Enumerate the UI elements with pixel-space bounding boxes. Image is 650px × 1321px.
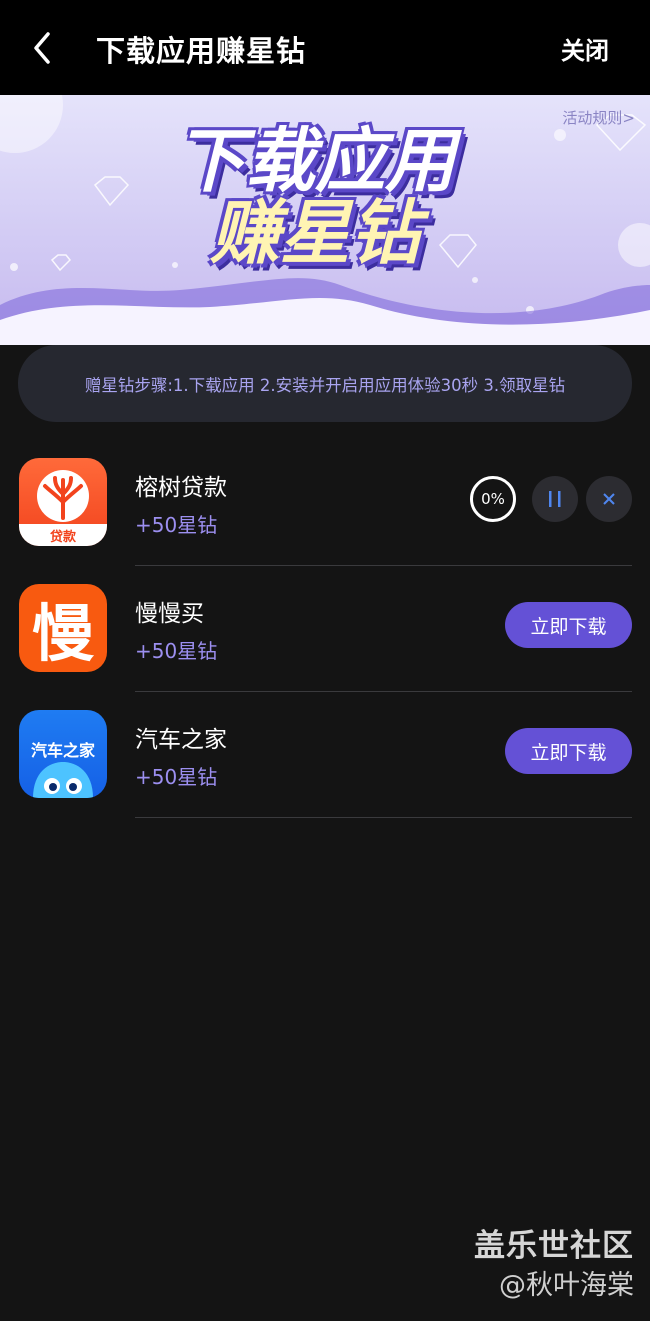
row-divider xyxy=(135,691,632,692)
download-button[interactable]: 立即下载 xyxy=(505,602,632,648)
app-row: 汽车之家 汽车之家 +50星钻 立即下载 xyxy=(0,710,650,836)
app-reward: +50星钻 xyxy=(135,513,218,537)
pause-button[interactable] xyxy=(532,476,578,522)
app-reward: +50星钻 xyxy=(135,639,218,663)
steps-tip: 赠星钻步骤:1.下载应用 2.安装并开启用应用体验30秒 3.领取星钻 xyxy=(18,345,632,422)
download-progress: 0% xyxy=(470,476,516,522)
close-button[interactable]: 关闭 xyxy=(561,31,609,66)
app-icon-manmanmai: 慢 xyxy=(19,584,107,672)
top-bar: 下载应用赚星钻 关闭 xyxy=(0,0,650,95)
row-divider xyxy=(135,565,632,566)
app-icon-rongshu: 贷款 xyxy=(19,458,107,546)
mascot-icon xyxy=(33,762,93,798)
back-button[interactable] xyxy=(26,28,62,68)
download-button[interactable]: 立即下载 xyxy=(505,728,632,774)
page-title: 下载应用赚星钻 xyxy=(96,34,307,68)
close-icon xyxy=(603,493,615,505)
app-row: 慢 慢慢买 +50星钻 立即下载 xyxy=(0,584,650,710)
app-row: 贷款 榕树贷款 +50星钻 0% xyxy=(0,458,650,584)
row-divider xyxy=(135,817,632,818)
app-name: 榕树贷款 xyxy=(135,475,227,501)
app-reward: +50星钻 xyxy=(135,765,218,789)
promo-banner: 活动规则> 下载应用 赚星钻 xyxy=(0,95,650,345)
cancel-download-button[interactable] xyxy=(586,476,632,522)
banner-title-line2: 赚星钻 xyxy=(210,192,420,274)
watermark-author: @秋叶海棠 xyxy=(499,1270,634,1301)
chevron-left-icon xyxy=(34,32,50,64)
activity-rules-link[interactable]: 活动规则> xyxy=(562,107,635,128)
banner-title: 下载应用 赚星钻 xyxy=(150,125,480,269)
pause-icon xyxy=(549,491,561,507)
app-icon-label: 贷款 xyxy=(49,530,76,545)
banner-title-line1: 下载应用 xyxy=(175,120,455,202)
app-icon-glyph: 慢 xyxy=(31,597,94,670)
watermark-community: 盖乐世社区 xyxy=(474,1228,634,1264)
app-icon-autohome: 汽车之家 xyxy=(19,710,107,798)
app-name: 慢慢买 xyxy=(135,601,204,627)
app-name: 汽车之家 xyxy=(135,727,227,753)
